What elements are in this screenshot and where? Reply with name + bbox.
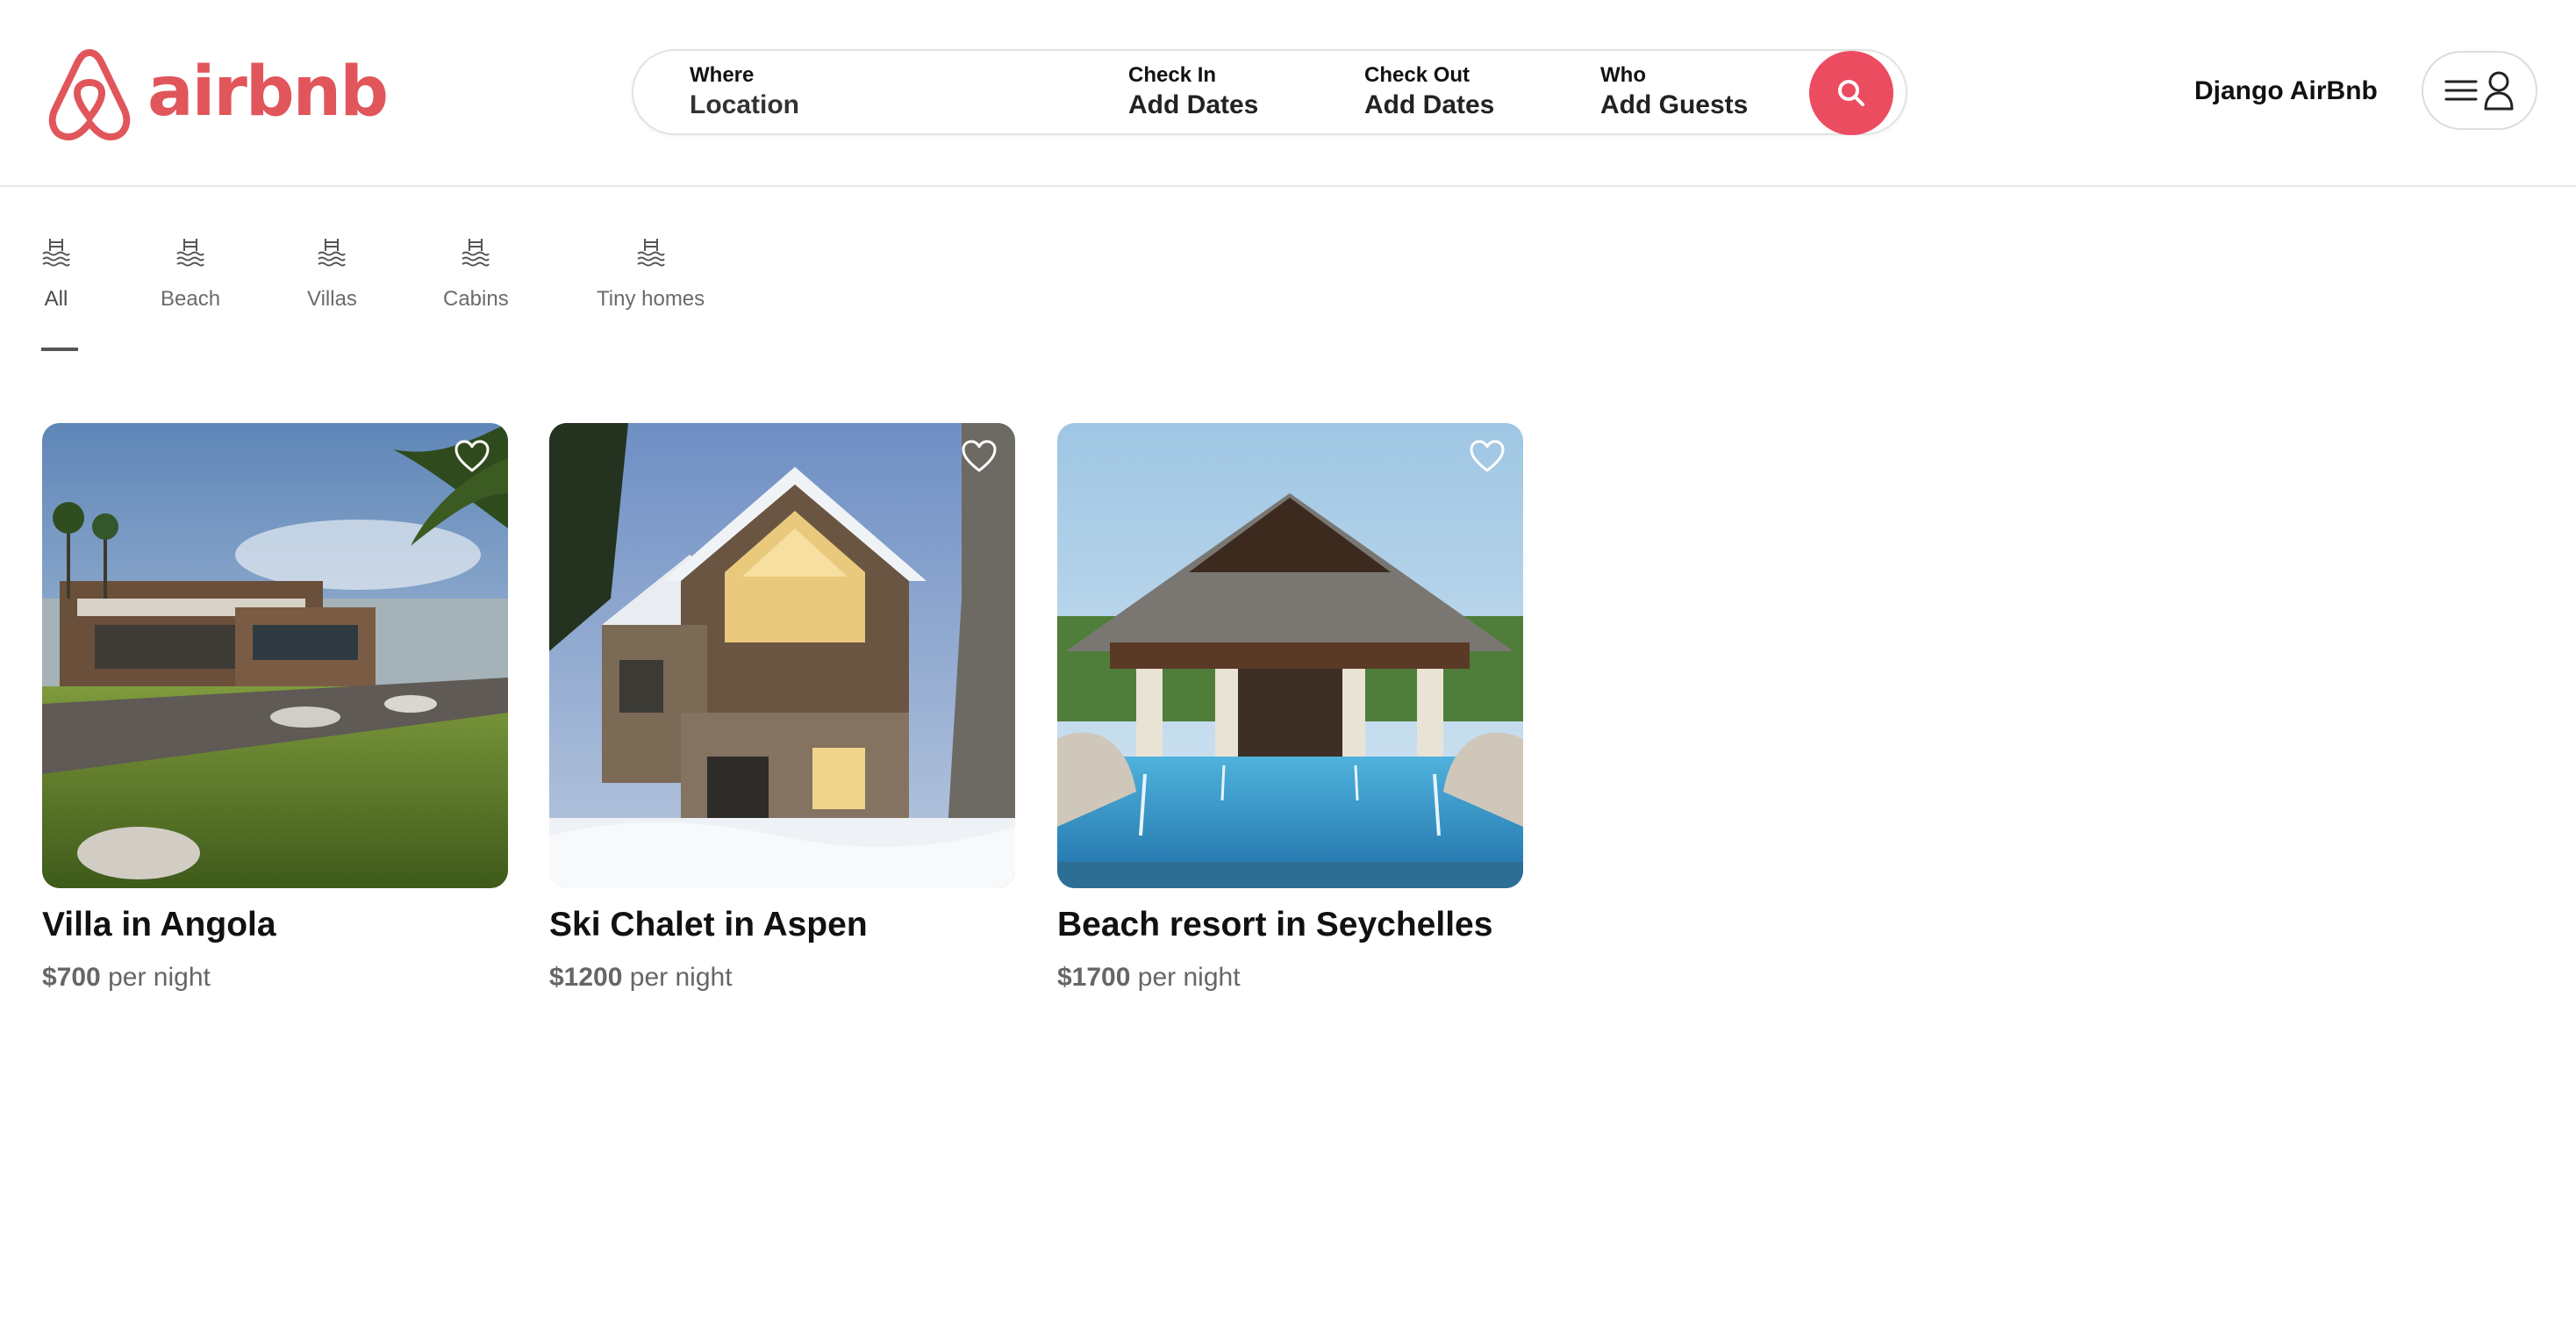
listing-card[interactable]: Ski Chalet in Aspen $1200 per night bbox=[549, 423, 1015, 995]
host-link[interactable]: Django AirBnb bbox=[2194, 74, 2378, 109]
category-label: Villas bbox=[307, 287, 357, 311]
price-amount: $1700 bbox=[1057, 963, 1131, 992]
airbnb-logo-icon bbox=[48, 49, 131, 140]
search-bar: Where Location Check In Add Dates Check … bbox=[632, 49, 1907, 135]
category-beach[interactable]: Beach bbox=[161, 237, 220, 312]
check-in-label: Check In bbox=[1128, 63, 1217, 87]
category-villas[interactable]: Villas bbox=[307, 237, 357, 312]
listing-card[interactable]: Villa in Angola $700 per night bbox=[42, 423, 508, 995]
listing-photo[interactable] bbox=[1057, 423, 1523, 888]
listing-price: $700 per night bbox=[42, 960, 508, 995]
heart-icon[interactable] bbox=[1469, 439, 1506, 474]
listing-card[interactable]: Beach resort in Seychelles $1700 per nig… bbox=[1057, 423, 1523, 995]
top-header: airbnb Where Location Check In Add Dates… bbox=[0, 0, 2576, 187]
chalet-photo bbox=[549, 423, 1015, 888]
waves-icon bbox=[176, 239, 204, 267]
where-label: Where bbox=[690, 63, 755, 87]
listing-photo[interactable] bbox=[42, 423, 508, 888]
where-value: Location bbox=[690, 90, 799, 119]
resort-photo bbox=[1057, 423, 1523, 888]
listing-title: Villa in Angola bbox=[42, 906, 276, 943]
waves-icon bbox=[42, 239, 70, 267]
category-label: All bbox=[44, 287, 68, 311]
listing-price: $1700 per night bbox=[1057, 960, 1523, 995]
guests-field[interactable]: Who Add Guests bbox=[1600, 63, 1748, 121]
check-in-value: Add Dates bbox=[1128, 90, 1259, 119]
brand-name: airbnb bbox=[147, 53, 389, 132]
user-icon bbox=[2484, 71, 2514, 111]
hamburger-icon bbox=[2444, 80, 2478, 101]
category-cabins[interactable]: Cabins bbox=[443, 237, 509, 312]
waves-icon bbox=[636, 239, 665, 267]
heart-icon[interactable] bbox=[454, 439, 490, 474]
listing-photo[interactable] bbox=[549, 423, 1015, 888]
category-all[interactable]: All bbox=[41, 237, 71, 312]
category-label: Tiny homes bbox=[597, 287, 705, 311]
listing-title: Beach resort in Seychelles bbox=[1057, 906, 1493, 943]
guests-value: Add Guests bbox=[1600, 90, 1749, 119]
where-field[interactable]: Where Location bbox=[690, 63, 1058, 121]
waves-icon bbox=[462, 239, 490, 267]
category-label: Beach bbox=[161, 287, 221, 311]
price-suffix: per night bbox=[1137, 963, 1241, 992]
active-category-indicator bbox=[41, 348, 78, 351]
listing-price: $1200 per night bbox=[549, 960, 1015, 995]
guests-label: Who bbox=[1600, 63, 1646, 87]
price-amount: $1200 bbox=[549, 963, 623, 992]
check-out-field[interactable]: Check Out Add Dates bbox=[1364, 63, 1494, 121]
check-out-label: Check Out bbox=[1364, 63, 1470, 87]
listing-title: Ski Chalet in Aspen bbox=[549, 906, 868, 943]
category-tiny-homes[interactable]: Tiny homes bbox=[597, 237, 705, 312]
price-suffix: per night bbox=[108, 963, 211, 992]
check-in-field[interactable]: Check In Add Dates bbox=[1128, 63, 1258, 121]
category-bar: All Beach Villas Cabins Tiny homes bbox=[0, 237, 2576, 360]
price-amount: $700 bbox=[42, 963, 101, 992]
airbnb-logo[interactable]: airbnb bbox=[46, 46, 389, 144]
category-label: Cabins bbox=[443, 287, 509, 311]
search-button[interactable] bbox=[1809, 51, 1893, 135]
waves-icon bbox=[318, 239, 347, 267]
villa-photo bbox=[42, 423, 508, 888]
heart-icon[interactable] bbox=[961, 439, 998, 474]
price-suffix: per night bbox=[629, 963, 733, 992]
user-menu-button[interactable] bbox=[2422, 51, 2537, 130]
search-icon bbox=[1838, 80, 1864, 106]
check-out-value: Add Dates bbox=[1364, 90, 1495, 119]
